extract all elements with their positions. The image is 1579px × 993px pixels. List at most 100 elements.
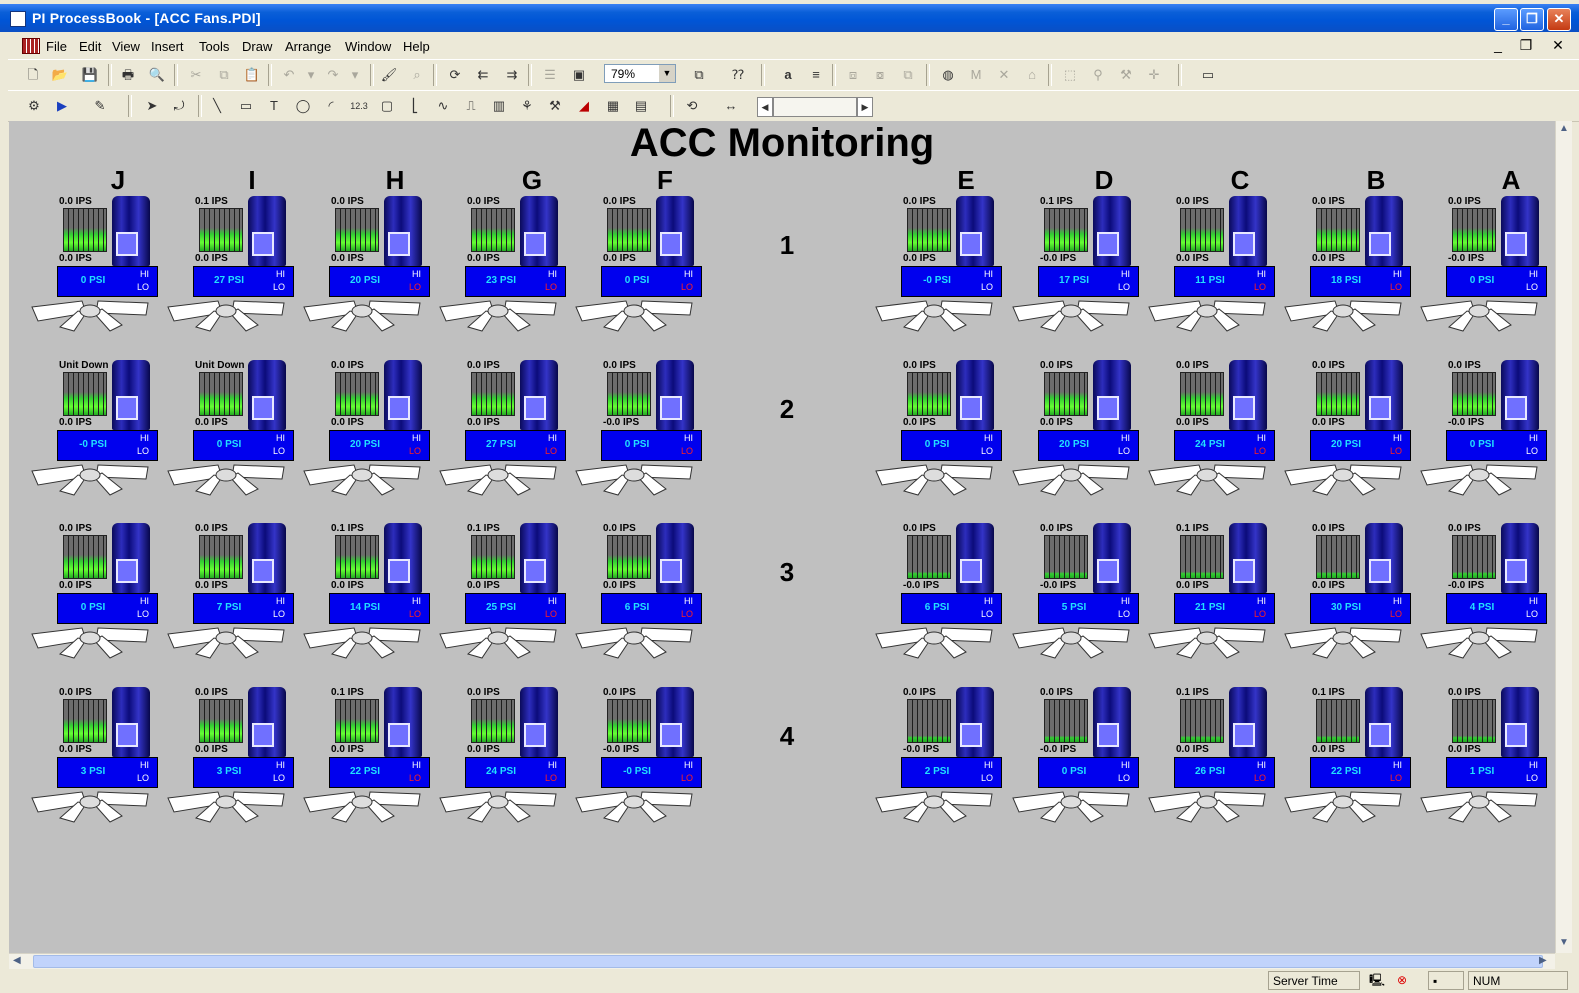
vibration-trend[interactable]	[199, 535, 243, 579]
fan-unit[interactable]: Unit Down 0.0 IPS 0 PSI HI LO	[166, 360, 306, 510]
vibration-trend[interactable]	[335, 372, 379, 416]
print-preview-icon[interactable]: 🔍	[148, 66, 166, 84]
fan-unit[interactable]: 0.0 IPS 0.0 IPS 20 PSI HI LO	[302, 196, 442, 346]
fan-unit[interactable]: 0.0 IPS 0.0 IPS 20 PSI HI LO	[1011, 360, 1151, 510]
vibration-trend[interactable]	[471, 208, 515, 252]
fan-unit[interactable]: 0.0 IPS 0.0 IPS 6 PSI HI LO	[574, 523, 714, 673]
menu-file[interactable]: File	[46, 39, 67, 54]
vibration-trend[interactable]	[607, 208, 651, 252]
vibration-trend[interactable]	[63, 372, 107, 416]
vibration-trend[interactable]	[1044, 208, 1088, 252]
vibration-trend[interactable]	[1452, 699, 1496, 743]
document-menu-icon[interactable]	[22, 38, 40, 54]
fan-unit[interactable]: 0.0 IPS 0.0 IPS 1 PSI HI LO	[1419, 687, 1555, 837]
find-icon[interactable]: ⌕	[408, 66, 426, 84]
scroll-thumb[interactable]	[33, 955, 1543, 968]
zoom-window-icon[interactable]: ⬚	[1061, 66, 1079, 84]
time-slider[interactable]	[773, 97, 857, 117]
vertical-scrollbar[interactable]: ▲ ▼	[1555, 121, 1572, 953]
ellipse-icon[interactable]: ◯	[294, 97, 312, 115]
fan-unit[interactable]: 0.1 IPS 0.0 IPS 21 PSI HI LO	[1147, 523, 1287, 673]
vibration-trend[interactable]	[471, 535, 515, 579]
fan-unit[interactable]: 0.0 IPS 0.0 IPS 20 PSI HI LO	[302, 360, 442, 510]
cut-icon[interactable]: ✂	[187, 66, 205, 84]
vibration-trend[interactable]	[1180, 535, 1224, 579]
vibration-trend[interactable]	[1180, 208, 1224, 252]
forward-icon[interactable]: ⇉	[503, 66, 521, 84]
mdi-minimize-button[interactable]: _	[1488, 38, 1508, 55]
select-icon[interactable]: ➤	[143, 97, 161, 115]
save-icon[interactable]: 💾	[81, 66, 99, 84]
connector-icon[interactable]: ⎣	[406, 97, 424, 115]
properties-icon[interactable]: ⌂	[1023, 66, 1041, 84]
fan-unit[interactable]: 0.0 IPS -0.0 IPS 0 PSI HI LO	[1419, 360, 1555, 510]
layers-icon[interactable]: ⚲	[1089, 66, 1107, 84]
menu-tools[interactable]: Tools	[199, 39, 229, 54]
update-icon[interactable]: ⟲	[683, 97, 701, 115]
fan-unit[interactable]: 0.0 IPS 0.0 IPS 18 PSI HI LO	[1283, 196, 1423, 346]
vibration-trend[interactable]	[1316, 699, 1360, 743]
polyline-icon[interactable]: ∿	[434, 97, 452, 115]
format-painter-icon[interactable]: 🖌	[380, 66, 398, 84]
edit-mode-icon[interactable]: ✎	[91, 97, 109, 115]
vibration-trend[interactable]	[1044, 372, 1088, 416]
vibration-trend[interactable]	[63, 208, 107, 252]
vibration-trend[interactable]	[335, 208, 379, 252]
fan-unit[interactable]: 0.0 IPS 0.0 IPS 0 PSI HI LO	[30, 196, 170, 346]
image-icon[interactable]: ▣	[570, 66, 588, 84]
fan-unit[interactable]: 0.0 IPS -0.0 IPS 0 PSI HI LO	[1419, 196, 1555, 346]
fan-unit[interactable]: 0.0 IPS -0.0 IPS 0 PSI HI LO	[1011, 687, 1151, 837]
minimize-button[interactable]: _	[1494, 8, 1518, 31]
display-icon[interactable]: ▭	[1199, 66, 1217, 84]
mdi-close-button[interactable]: ✕	[1548, 38, 1568, 55]
fan-unit[interactable]: 0.0 IPS 0.0 IPS 20 PSI HI LO	[1283, 360, 1423, 510]
scroll-left-icon[interactable]: ◀	[13, 955, 21, 966]
scroll-down-icon[interactable]: ▼	[1559, 937, 1569, 948]
fan-unit[interactable]: 0.0 IPS -0.0 IPS 4 PSI HI LO	[1419, 523, 1555, 673]
paste-icon[interactable]: 📋	[243, 66, 261, 84]
scroll-left-icon[interactable]: ◀	[757, 97, 773, 117]
table-icon[interactable]: ▤	[632, 97, 650, 115]
fan-unit[interactable]: 0.0 IPS 0.0 IPS -0 PSI HI LO	[874, 196, 1014, 346]
trend-icon[interactable]: ◢	[575, 97, 593, 115]
fan-unit[interactable]: 0.0 IPS 0.0 IPS 23 PSI HI LO	[438, 196, 578, 346]
menu-edit[interactable]: Edit	[79, 39, 101, 54]
vibration-trend[interactable]	[1044, 699, 1088, 743]
menu-help[interactable]: Help	[403, 39, 430, 54]
scroll-up-icon[interactable]: ▲	[1559, 123, 1569, 134]
group-icon[interactable]: ⧈	[844, 66, 862, 84]
fan-unit[interactable]: 0.1 IPS 0.0 IPS 25 PSI HI LO	[438, 523, 578, 673]
value-icon[interactable]: 12.3	[350, 97, 368, 115]
vibration-trend[interactable]	[907, 372, 951, 416]
vibration-trend[interactable]	[471, 699, 515, 743]
vibration-trend[interactable]	[907, 208, 951, 252]
redo-icon[interactable]: ↷	[324, 66, 342, 84]
fan-unit[interactable]: 0.0 IPS 0.0 IPS 11 PSI HI LO	[1147, 196, 1287, 346]
build-mode-icon[interactable]: ⚙	[25, 97, 43, 115]
menu-arrange[interactable]: Arrange	[285, 39, 331, 54]
scroll-right-icon[interactable]: ▶	[857, 97, 873, 117]
vibration-trend[interactable]	[335, 699, 379, 743]
rotate-icon[interactable]: ⤾	[170, 97, 188, 115]
fan-unit[interactable]: Unit Down 0.0 IPS -0 PSI HI LO	[30, 360, 170, 510]
fan-unit[interactable]: 0.0 IPS 0.0 IPS 27 PSI HI LO	[438, 360, 578, 510]
vibration-trend[interactable]	[63, 699, 107, 743]
fan-unit[interactable]: 0.0 IPS -0.0 IPS -0 PSI HI LO	[574, 687, 714, 837]
chevron-down-icon[interactable]: ▼	[659, 65, 675, 82]
vibration-trend[interactable]	[471, 372, 515, 416]
regroup-icon[interactable]: ⧉	[899, 66, 917, 84]
restore-button[interactable]: ❐	[1520, 8, 1544, 31]
rectangle-icon[interactable]: ▭	[237, 97, 255, 115]
mark-icon[interactable]: M	[967, 66, 985, 84]
tool-icon[interactable]: ⚒	[1117, 66, 1135, 84]
text-style-icon[interactable]: a	[779, 66, 797, 84]
line-style-icon[interactable]: ≡	[807, 66, 825, 84]
fan-unit[interactable]: 0.1 IPS -0.0 IPS 17 PSI HI LO	[1011, 196, 1151, 346]
new-icon[interactable]: 🗋	[24, 66, 42, 84]
zoom-select[interactable]: 79% ▼	[604, 64, 676, 83]
vibration-trend[interactable]	[199, 699, 243, 743]
ungroup-icon[interactable]: ⧇	[871, 66, 889, 84]
fan-unit[interactable]: 0.0 IPS -0.0 IPS 5 PSI HI LO	[1011, 523, 1151, 673]
vibration-trend[interactable]	[1316, 208, 1360, 252]
symbol-icon[interactable]: ⚘	[518, 97, 536, 115]
